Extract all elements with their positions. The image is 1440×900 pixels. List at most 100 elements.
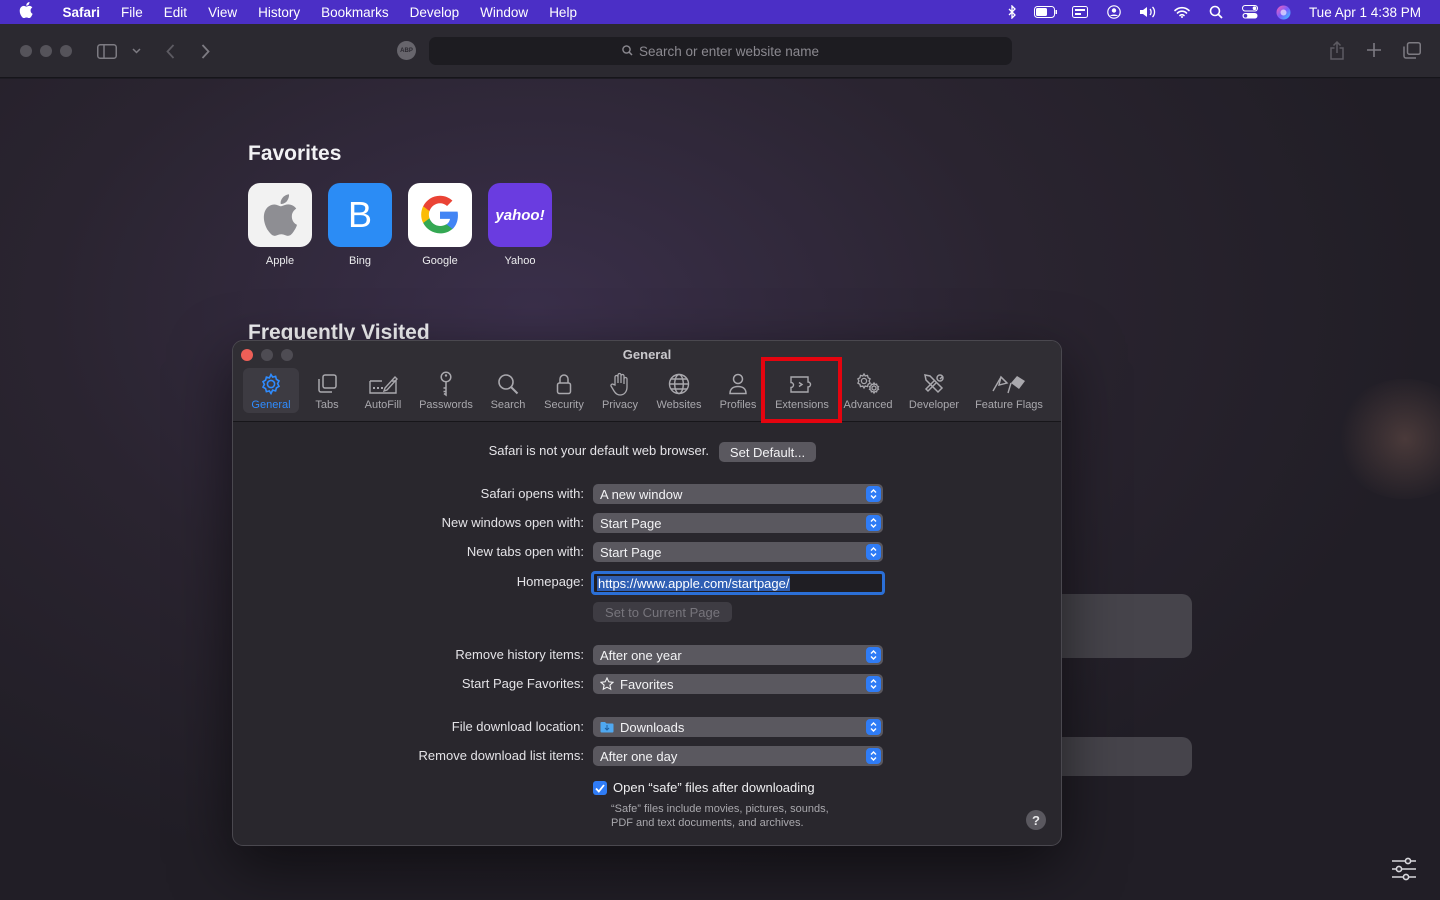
start-page-card[interactable] xyxy=(1040,594,1192,658)
tab-advanced[interactable]: Advanced xyxy=(841,368,895,413)
menu-edit[interactable]: Edit xyxy=(153,5,197,20)
checkmark-icon xyxy=(595,783,605,793)
open-safe-files-label[interactable]: Open “safe” files after downloading xyxy=(613,780,815,795)
remove-download-list-popup[interactable]: After one day xyxy=(593,746,883,766)
tab-label: Tabs xyxy=(315,399,339,411)
user-account-icon[interactable] xyxy=(1097,0,1131,24)
window-zoom-button[interactable] xyxy=(60,45,72,57)
tab-autofill[interactable]: AutoFill xyxy=(360,368,406,413)
file-download-location-popup[interactable]: Downloads xyxy=(593,717,883,737)
adblock-extension-icon[interactable]: ABP xyxy=(397,41,416,60)
favorite-bing[interactable]: B Bing xyxy=(328,183,392,267)
flags-icon xyxy=(991,371,1027,397)
battery-icon[interactable] xyxy=(1029,0,1063,24)
sidebar-toggle-icon[interactable] xyxy=(96,41,118,61)
chevron-down-icon[interactable] xyxy=(130,43,142,59)
remove-history-popup[interactable]: After one year xyxy=(593,645,883,665)
tab-general[interactable]: General xyxy=(243,368,299,413)
tab-developer[interactable]: Developer xyxy=(905,368,963,413)
wifi-icon[interactable] xyxy=(1165,0,1199,24)
google-logo-icon xyxy=(408,183,472,247)
spotlight-search-icon[interactable] xyxy=(1199,0,1233,24)
menu-develop[interactable]: Develop xyxy=(399,5,470,20)
homepage-field[interactable]: https://www.apple.com/startpage/ xyxy=(591,571,885,595)
tab-privacy[interactable]: Privacy xyxy=(598,368,642,413)
siri-icon[interactable] xyxy=(1267,0,1301,24)
lock-icon xyxy=(556,371,572,397)
tab-feature-flags[interactable]: Feature Flags xyxy=(973,368,1045,413)
window-close-button[interactable] xyxy=(20,45,32,57)
globe-icon xyxy=(668,371,690,397)
tab-label: General xyxy=(251,399,291,411)
share-icon[interactable] xyxy=(1327,39,1347,61)
bluetooth-icon[interactable] xyxy=(995,0,1029,24)
background-glow xyxy=(1335,379,1440,499)
person-icon xyxy=(728,371,748,397)
favorite-apple[interactable]: Apple xyxy=(248,183,312,267)
safe-files-note-line: PDF and text documents, and archives. xyxy=(611,817,804,829)
file-download-location-label: File download location: xyxy=(451,719,584,734)
popup-stepper-icon xyxy=(866,486,881,502)
favorite-label: Bing xyxy=(348,255,372,267)
new-tabs-popup[interactable]: Start Page xyxy=(593,542,883,562)
tab-label: Feature Flags xyxy=(975,399,1043,411)
address-bar[interactable]: Search or enter website name xyxy=(429,37,1012,65)
window-minimize-button[interactable] xyxy=(40,45,52,57)
tabs-icon xyxy=(315,371,339,397)
tab-profiles[interactable]: Profiles xyxy=(716,368,760,413)
tab-label: AutoFill xyxy=(364,399,402,411)
control-center-icon[interactable] xyxy=(1233,0,1267,24)
safe-files-note-line: “Safe” files include movies, pictures, s… xyxy=(611,803,829,815)
popup-value: Start Page xyxy=(600,515,662,531)
back-icon[interactable] xyxy=(162,41,178,61)
volume-icon[interactable] xyxy=(1131,0,1165,24)
popup-stepper-icon xyxy=(866,647,881,663)
popup-value: A new window xyxy=(600,486,683,502)
tab-passwords[interactable]: Passwords xyxy=(416,368,476,413)
menubar-clock[interactable]: Tue Apr 1 4:38 PM xyxy=(1301,5,1440,20)
menu-help[interactable]: Help xyxy=(539,5,588,20)
favorite-google[interactable]: Google xyxy=(408,183,472,267)
apple-menu-icon[interactable] xyxy=(0,2,52,22)
menu-safari[interactable]: Safari xyxy=(52,5,111,20)
set-to-current-page-button[interactable]: Set to Current Page xyxy=(593,602,732,622)
safari-opens-with-label: Safari opens with: xyxy=(480,486,584,501)
key-icon xyxy=(438,371,454,397)
menu-view[interactable]: View xyxy=(198,5,248,20)
tab-tabs[interactable]: Tabs xyxy=(309,368,345,413)
start-page-card[interactable] xyxy=(1040,737,1192,776)
menu-bar: Safari File Edit View History Bookmarks … xyxy=(0,0,1440,24)
favorite-yahoo[interactable]: yahoo! Yahoo xyxy=(488,183,552,267)
favorite-label: Google xyxy=(422,255,458,267)
menu-file[interactable]: File xyxy=(111,5,154,20)
search-icon xyxy=(497,371,519,397)
new-windows-popup[interactable]: Start Page xyxy=(593,513,883,533)
tab-label: Websites xyxy=(656,399,702,411)
open-safe-files-checkbox[interactable] xyxy=(593,781,607,795)
start-page-favorites-popup[interactable]: Favorites xyxy=(593,674,883,694)
set-default-button[interactable]: Set Default... xyxy=(719,442,816,462)
help-button[interactable]: ? xyxy=(1026,810,1046,830)
bing-logo-icon: B xyxy=(328,183,392,247)
customize-start-page-icon[interactable] xyxy=(1391,857,1417,886)
preferences-window: General General Tabs AutoFill Passwords xyxy=(232,340,1062,846)
pencil-field-icon xyxy=(368,371,398,397)
menu-window[interactable]: Window xyxy=(470,5,539,20)
tab-websites[interactable]: Websites xyxy=(652,368,706,413)
new-tab-icon[interactable] xyxy=(1364,40,1384,60)
homepage-value: https://www.apple.com/startpage/ xyxy=(597,575,791,591)
popup-value: Downloads xyxy=(620,719,685,735)
favorites-heading: Favorites xyxy=(248,142,342,165)
safari-opens-with-popup[interactable]: A new window xyxy=(593,484,883,504)
address-placeholder: Search or enter website name xyxy=(638,43,820,59)
menu-history[interactable]: History xyxy=(248,5,311,20)
menu-bookmarks[interactable]: Bookmarks xyxy=(311,5,400,20)
tab-overview-icon[interactable] xyxy=(1401,40,1423,60)
tab-security[interactable]: Security xyxy=(540,368,588,413)
forward-icon[interactable] xyxy=(197,41,213,61)
popup-stepper-icon xyxy=(866,719,881,735)
tab-search[interactable]: Search xyxy=(486,368,530,413)
input-source-icon[interactable] xyxy=(1063,0,1097,24)
tab-label: Advanced xyxy=(843,399,893,411)
new-windows-label: New windows open with: xyxy=(441,515,584,530)
